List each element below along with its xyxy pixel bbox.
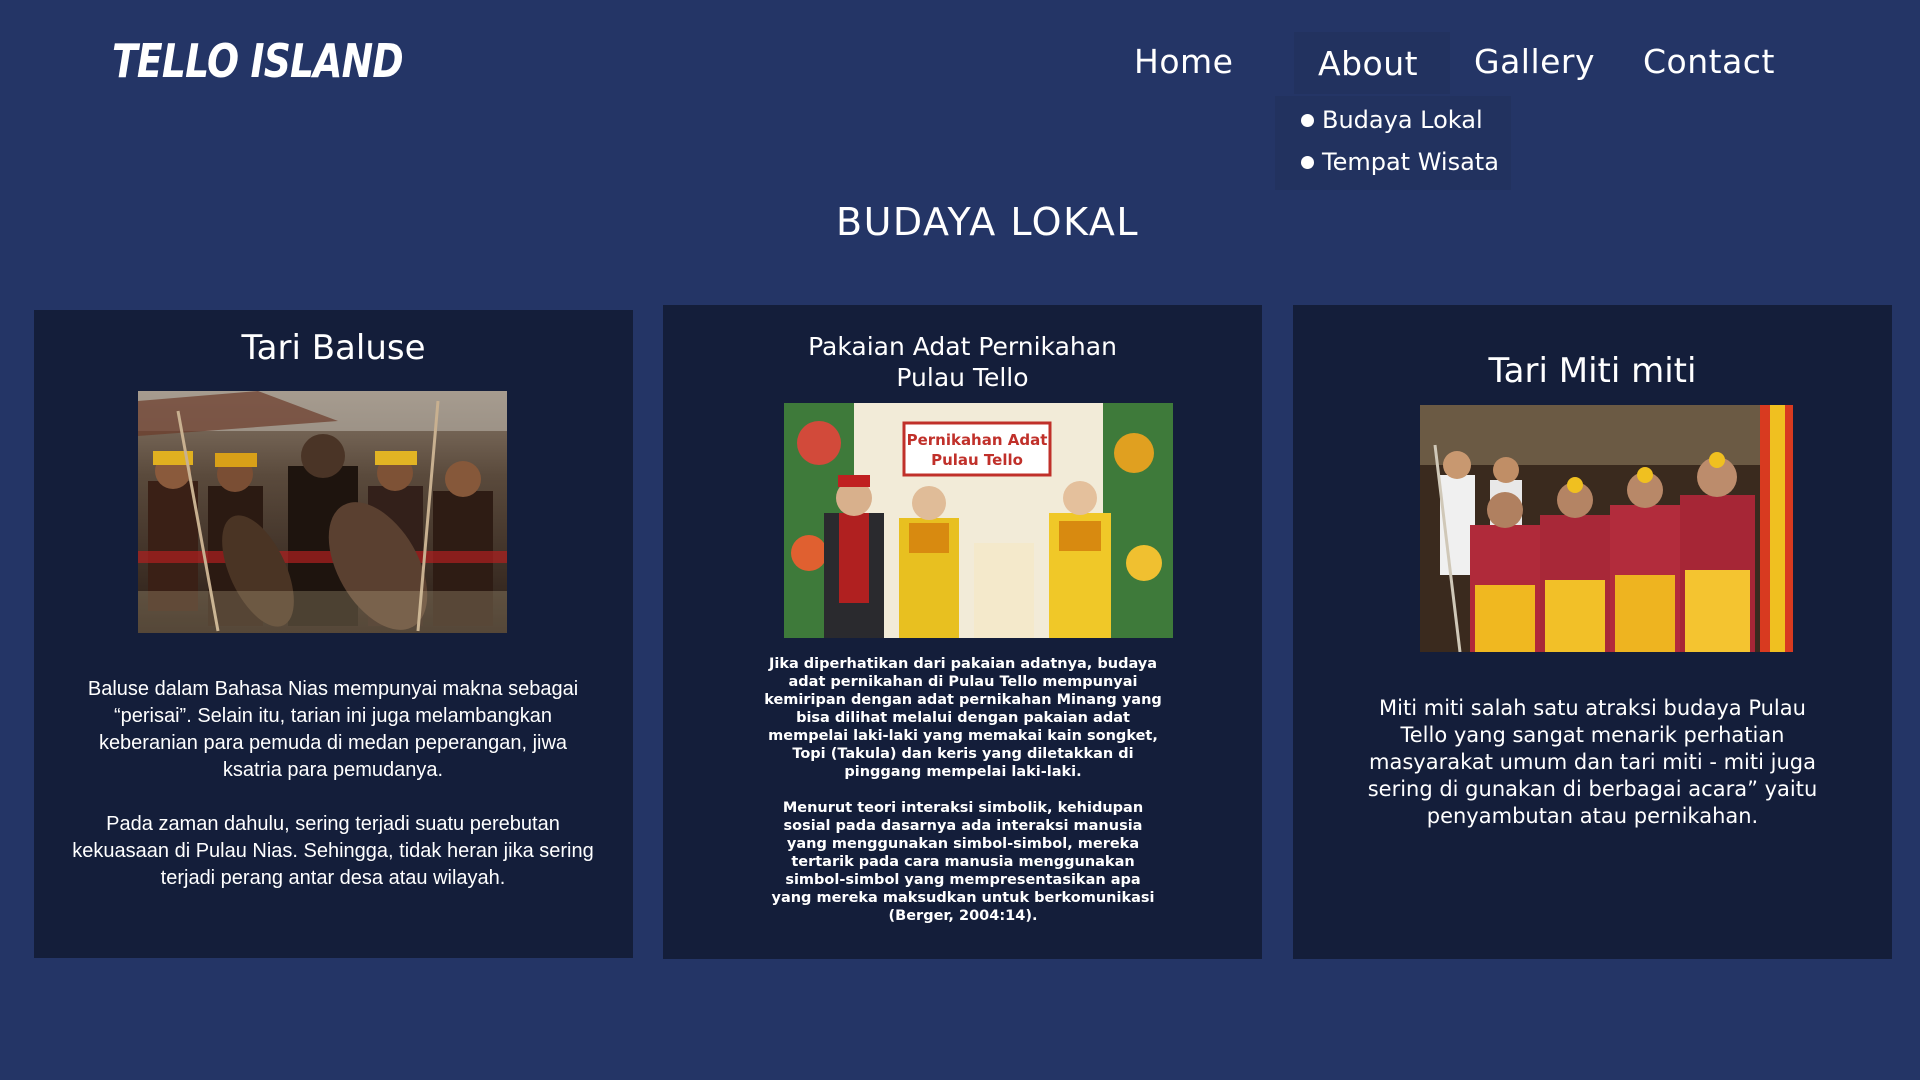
card-description: Miti miti salah satu atraksi budaya Pula… [1355,695,1830,830]
bullet-icon [1301,155,1314,169]
tari-baluse-photo [138,391,507,633]
nav-home[interactable]: Home [1134,42,1233,81]
card-title: Tari Miti miti [1488,351,1697,391]
card-description: Baluse dalam Bahasa Nias mempunyai makna… [68,676,598,892]
dropdown-item-label: Budaya Lokal [1322,106,1483,134]
bullet-icon [1301,113,1314,127]
nav-about[interactable]: About [1318,44,1418,83]
card-description: Jika diperhatikan dari pakaian adatnya, … [763,655,1163,925]
pernikahan-adat-photo: Pernikahan Adat Pulau Tello [784,403,1173,638]
page: TELLO ISLAND Home About Gallery Contact … [0,0,1920,1080]
card-paragraph: Baluse dalam Bahasa Nias mempunyai makna… [87,678,579,781]
card-paragraph: Jika diperhatikan dari pakaian adatnya, … [764,656,1162,780]
card-tari-miti-miti: Tari Miti miti Miti miti salah satu atra… [1293,305,1892,959]
photo-caption-line: Pernikahan Adat [907,431,1048,449]
dropdown-item-budaya-lokal[interactable]: Budaya Lokal [1301,106,1483,134]
card-pakaian-adat: Pakaian Adat Pernikahan Pulau Tello Pern… [663,305,1262,959]
nav-contact[interactable]: Contact [1643,42,1775,81]
card-tari-baluse: Tari Baluse Baluse dalam Bahasa Nias mem… [34,310,633,958]
dropdown-item-tempat-wisata[interactable]: Tempat Wisata [1301,148,1499,176]
card-paragraph: Miti miti salah satu atraksi budaya Pula… [1367,696,1818,828]
card-paragraph: Menurut teori interaksi simbolik, kehidu… [771,800,1155,924]
photo-caption-line: Pulau Tello [931,451,1023,469]
tari-miti-miti-photo [1420,405,1793,652]
card-paragraph: Pada zaman dahulu, sering terjadi suatu … [72,813,594,889]
dropdown-item-label: Tempat Wisata [1322,148,1499,176]
nav-gallery[interactable]: Gallery [1474,42,1595,81]
about-dropdown: Budaya Lokal Tempat Wisata [1275,96,1511,190]
site-logo[interactable]: TELLO ISLAND [112,34,404,88]
section-title: BUDAYA LOKAL [836,200,1139,244]
card-title: Tari Baluse [241,328,426,368]
card-title: Pakaian Adat Pernikahan Pulau Tello [808,332,1117,392]
